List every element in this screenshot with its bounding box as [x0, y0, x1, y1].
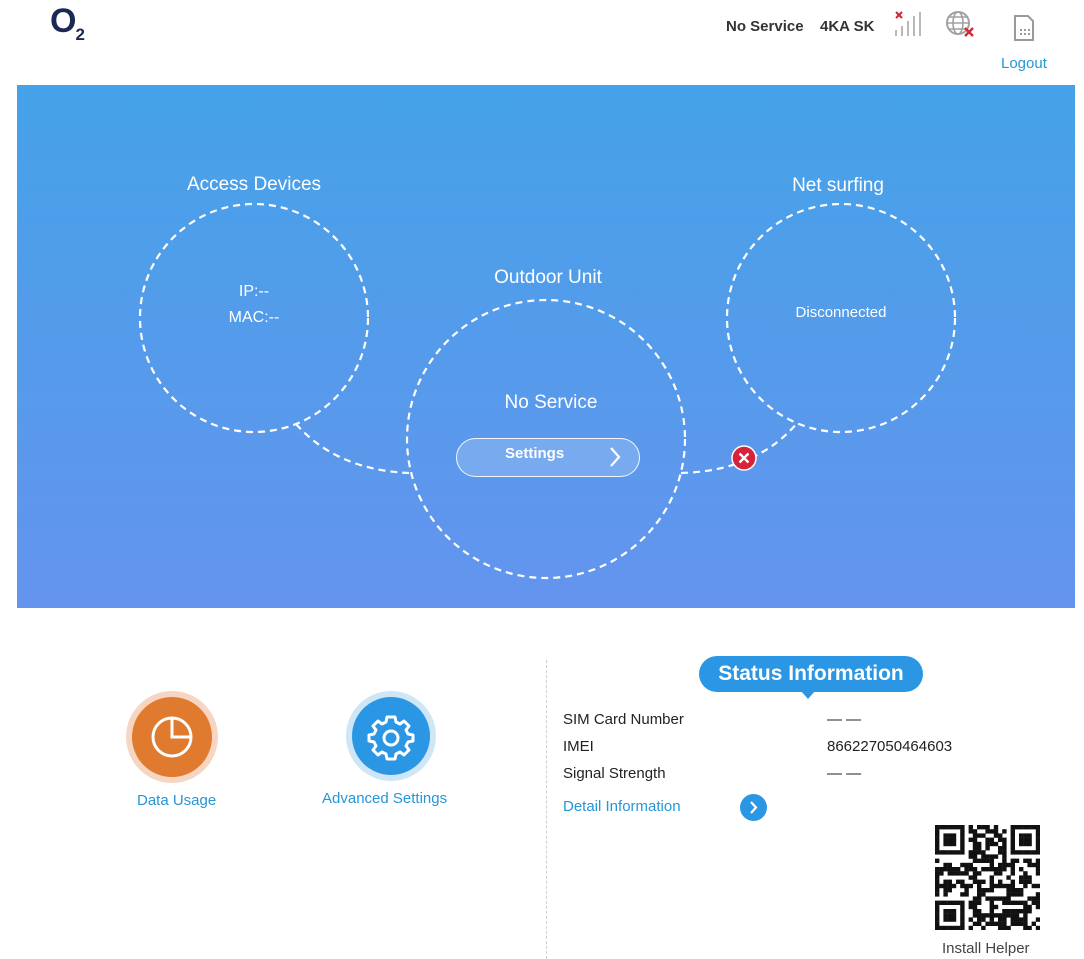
imei-label: IMEI — [563, 738, 594, 755]
sim-card-icon — [1013, 14, 1035, 47]
sim-card-number-label: SIM Card Number — [563, 711, 684, 728]
outdoor-unit-status: No Service — [504, 392, 598, 413]
settings-button-label: Settings — [505, 445, 565, 462]
access-devices-mac: MAC:-- — [228, 309, 280, 326]
status-title-pointer — [801, 691, 815, 699]
install-helper-qr-code[interactable] — [935, 825, 1041, 931]
advanced-settings-label[interactable]: Advanced Settings — [322, 790, 447, 807]
access-devices-ip: IP:-- — [238, 283, 270, 300]
imei-value: 866227050464603 — [827, 738, 953, 755]
section-divider — [546, 660, 547, 959]
net-surfing-title: Net surfing — [792, 175, 884, 196]
network-status: No Service — [726, 18, 804, 35]
data-usage-tile[interactable] — [126, 691, 218, 783]
settings-button[interactable]: Settings — [456, 438, 640, 477]
logo-subscript: 2 — [75, 25, 85, 44]
outdoor-unit-title: Outdoor Unit — [494, 267, 602, 288]
data-usage-label[interactable]: Data Usage — [137, 792, 216, 809]
install-helper-label: Install Helper — [942, 940, 1030, 957]
advanced-settings-tile[interactable] — [346, 691, 436, 781]
topology-dashed-lines — [138, 202, 957, 580]
gear-icon — [346, 691, 436, 781]
access-devices-title: Access Devices — [186, 174, 322, 195]
signal-strength-icon — [892, 10, 922, 43]
operator-name: 4KA SK — [820, 18, 875, 35]
detail-information-button[interactable] — [740, 794, 767, 821]
globe-disconnected-icon — [945, 10, 977, 45]
status-information-title: Status Information — [699, 656, 923, 692]
pie-chart-icon — [126, 691, 218, 783]
logo: O2 — [50, 2, 86, 44]
qr-code-icon — [935, 825, 1041, 931]
signal-strength-label: Signal Strength — [563, 765, 666, 782]
sim-card-number-value: — — — [827, 711, 862, 728]
chevron-right-icon — [750, 801, 758, 814]
chevron-right-icon — [608, 446, 622, 472]
network-topology-panel: Access Devices IP:-- MAC:-- Outdoor Unit… — [17, 85, 1075, 608]
net-surfing-status: Disconnected — [795, 304, 887, 321]
logout-link[interactable]: Logout — [1001, 55, 1047, 72]
error-x-icon — [731, 445, 757, 471]
logo-letter: O — [50, 2, 77, 40]
detail-information-link[interactable]: Detail Information — [563, 798, 681, 815]
signal-strength-value: — — — [827, 765, 862, 782]
